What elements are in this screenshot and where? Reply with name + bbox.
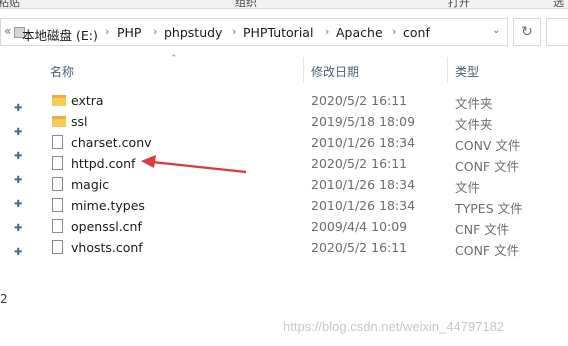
arrow-shaft xyxy=(151,160,247,174)
annotation-arrow-icon xyxy=(141,155,247,174)
watermark: https://blog.csdn.net/weixin_44797182 xyxy=(283,319,505,334)
arrow-head xyxy=(141,155,156,168)
